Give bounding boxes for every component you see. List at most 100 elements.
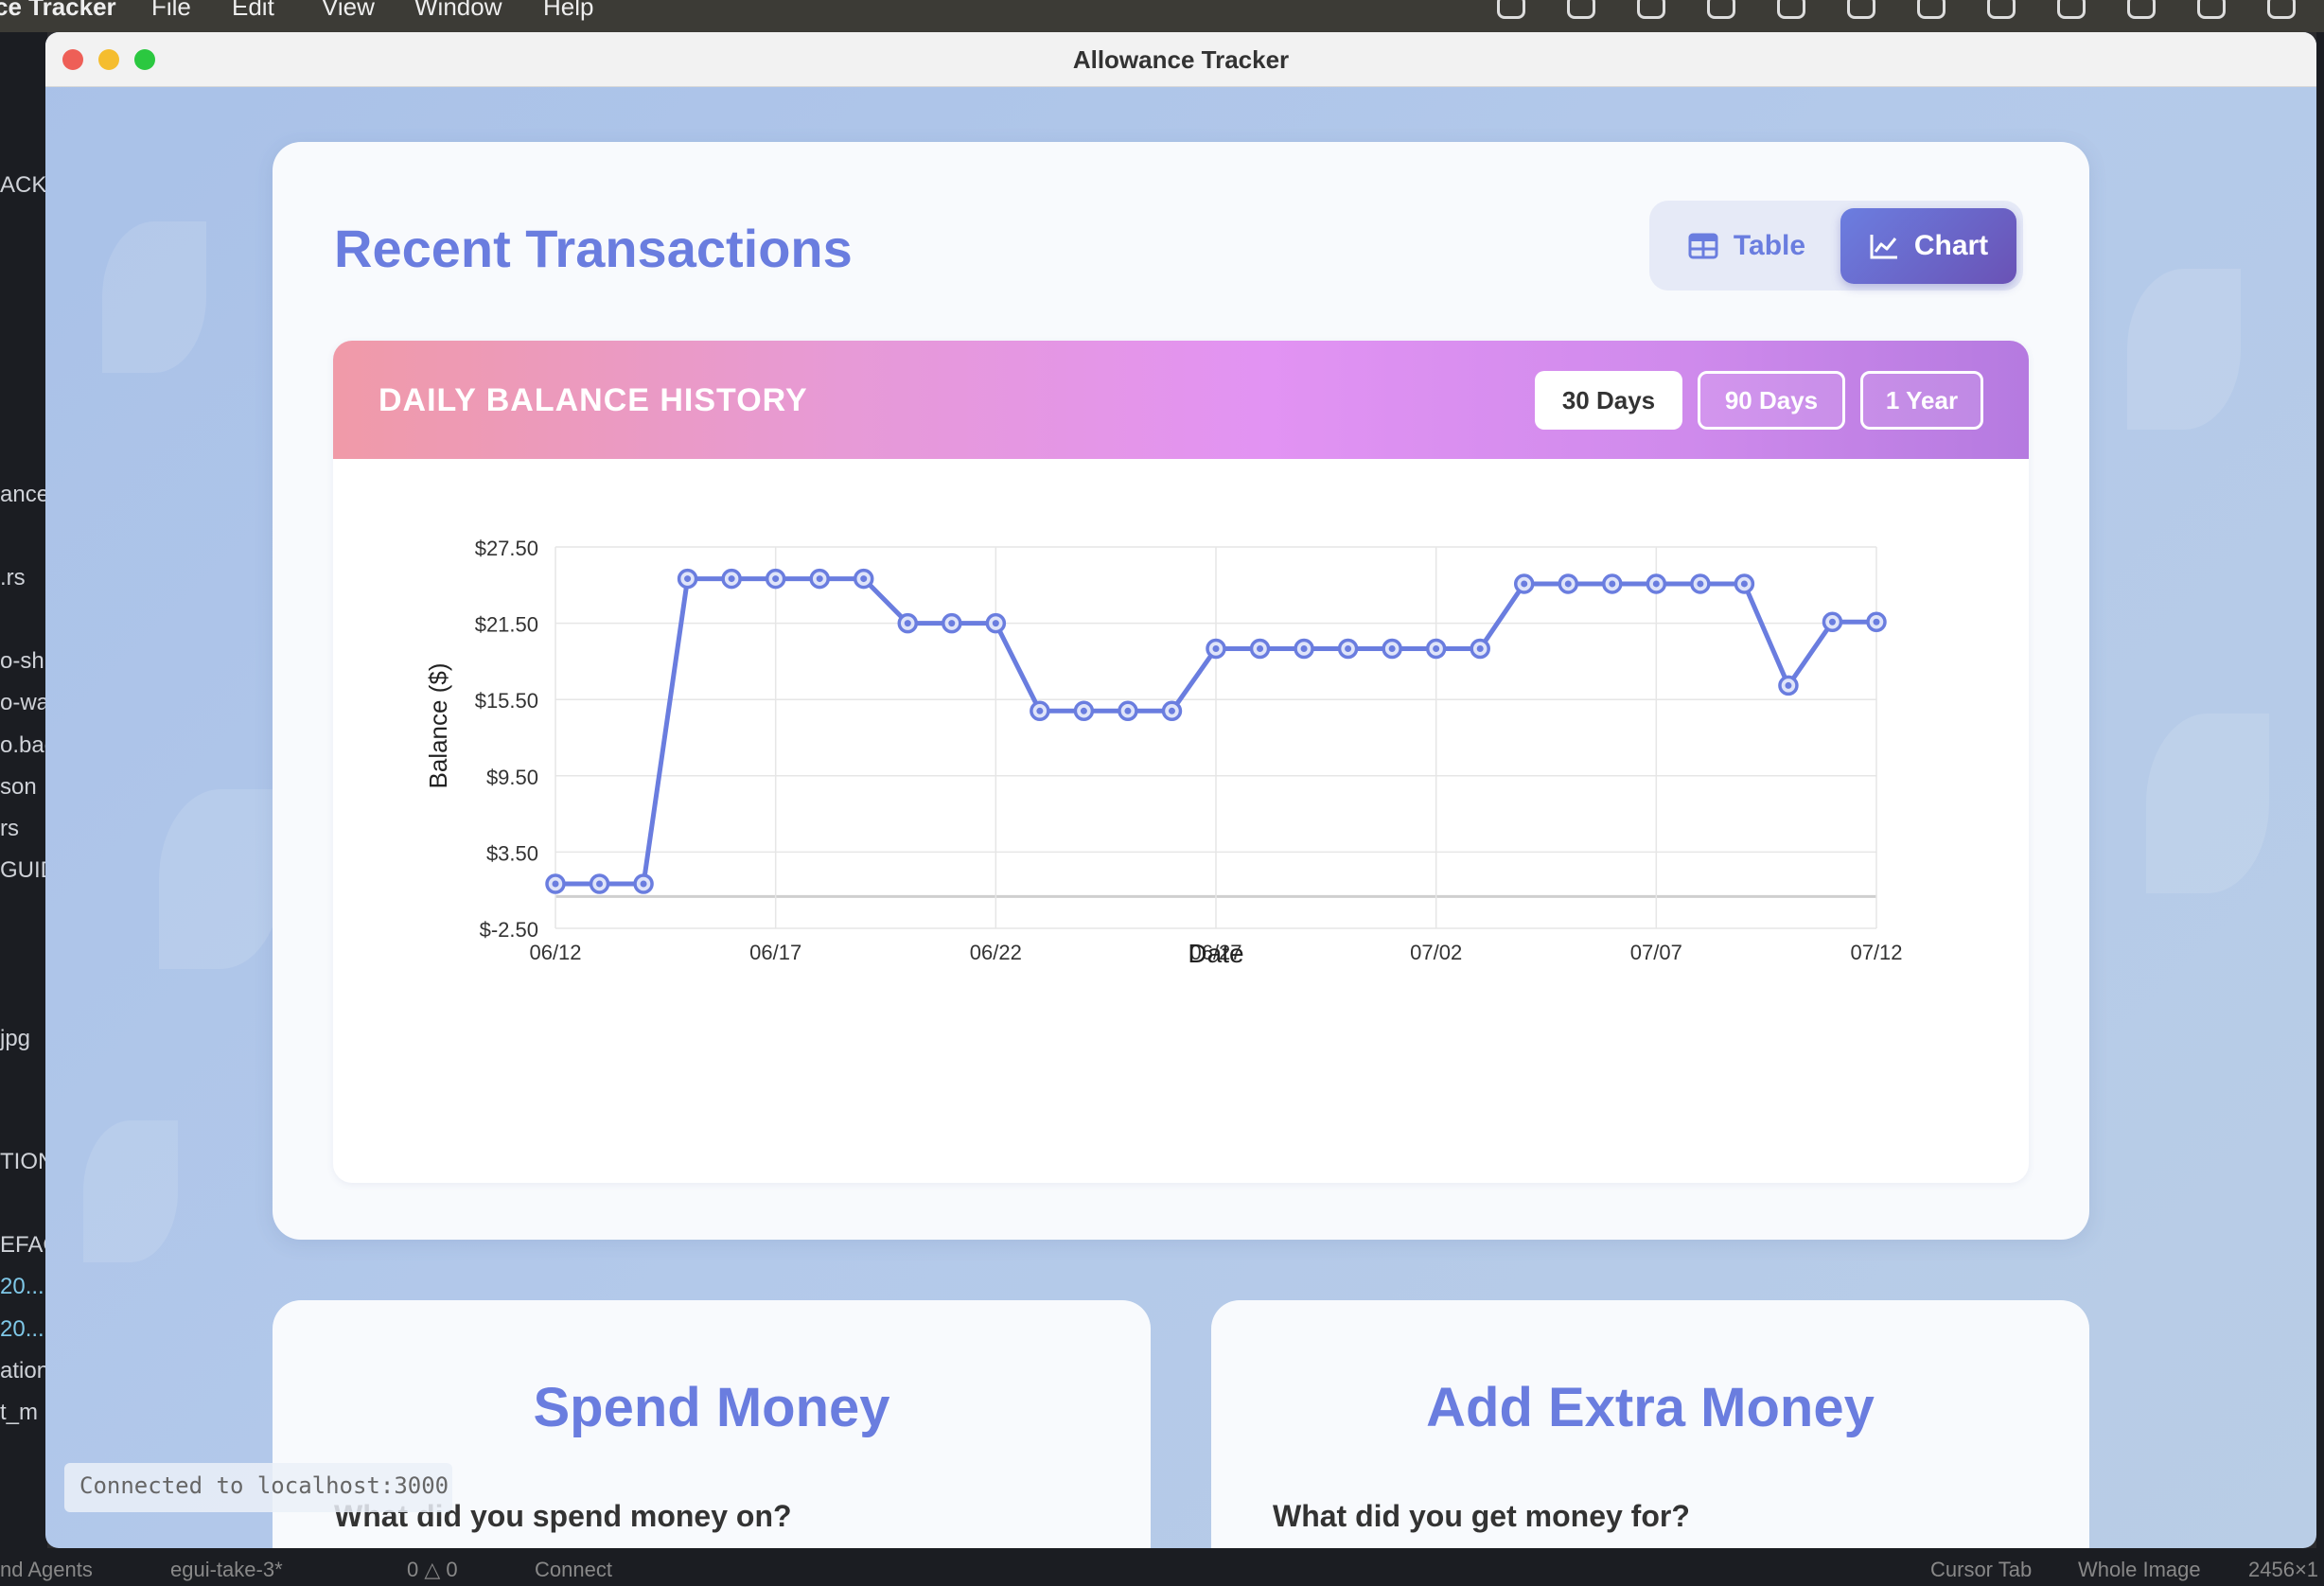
- data-point-center: [1124, 707, 1132, 714]
- y-tick-label: $27.50: [475, 537, 538, 560]
- menu-help[interactable]: Help: [543, 0, 593, 22]
- chart-view-label: Chart: [1913, 230, 1989, 261]
- tray-icon[interactable]: [1497, 0, 1525, 19]
- tray-icon[interactable]: [1567, 0, 1595, 19]
- editor-line: ACK: [0, 172, 47, 198]
- data-point-center: [1168, 707, 1175, 714]
- data-point-center: [1476, 644, 1484, 652]
- wifi-icon[interactable]: [2197, 0, 2226, 19]
- data-point-center: [1080, 707, 1087, 714]
- table-icon: [1688, 233, 1718, 259]
- editor-line: o-wa: [0, 690, 47, 715]
- chart-grid: [555, 546, 1877, 929]
- x-tick-label: 07/07: [1630, 941, 1682, 964]
- tray-icon[interactable]: [1847, 0, 1875, 19]
- balance-history-panel: DAILY BALANCE HISTORY 30 Days 90 Days 1 …: [333, 341, 2029, 1183]
- y-axis-label: Balance ($): [424, 663, 452, 789]
- data-point-center: [1257, 644, 1264, 652]
- battery-icon[interactable]: [2127, 0, 2156, 19]
- data-point-center: [1521, 580, 1528, 588]
- table-view-button[interactable]: Table: [1657, 208, 1837, 284]
- data-point-center: [1036, 707, 1044, 714]
- status-bar: nd Agents egui-take-3* 0 △ 0 Connect Cur…: [0, 1548, 2324, 1586]
- recent-transactions-title: Recent Transactions: [334, 219, 853, 278]
- y-tick-label: $15.50: [475, 689, 538, 713]
- decorative-leaf: [159, 789, 282, 969]
- chart-view-button[interactable]: Chart: [1840, 208, 2016, 284]
- data-point-center: [860, 575, 868, 583]
- editor-line: .rs: [0, 565, 26, 590]
- data-point-center: [1828, 618, 1836, 626]
- data-point-center: [1212, 644, 1220, 652]
- data-point-center: [728, 575, 735, 583]
- problems-status[interactable]: 0 △ 0: [407, 1558, 458, 1582]
- x-tick-label: 07/02: [1410, 941, 1462, 964]
- y-tick-label: $3.50: [486, 841, 538, 865]
- y-axis-ticks: $27.50 $21.50 $15.50 $9.50 $3.50 $-2.50: [475, 537, 538, 942]
- editor-line: rs: [0, 816, 19, 841]
- data-point-center: [1433, 644, 1440, 652]
- editor-line: o-sh: [0, 648, 44, 674]
- editor-line: GUID: [0, 857, 47, 883]
- menu-window[interactable]: Window: [414, 0, 502, 22]
- data-point-center: [772, 575, 780, 583]
- data-point-center: [1609, 580, 1616, 588]
- tray-icon[interactable]: [1987, 0, 2016, 19]
- add-question-label: What did you get money for?: [1273, 1499, 1690, 1533]
- git-branch-status[interactable]: egui-take-3*: [170, 1558, 283, 1582]
- dimensions-status: 2456×1: [2248, 1558, 2319, 1581]
- menu-edit[interactable]: Edit: [232, 0, 274, 22]
- editor-line: ance: [0, 482, 47, 507]
- connection-status: Connected to localhost:3000: [64, 1463, 452, 1512]
- window-title: Allowance Tracker: [1072, 45, 1290, 74]
- balance-line-chart: $27.50 $21.50 $15.50 $9.50 $3.50 $-2.50 06/12…: [424, 537, 1903, 968]
- data-point-center: [904, 620, 911, 627]
- x-tick-label: 06/17: [749, 941, 801, 964]
- editor-line: jpg: [0, 1026, 31, 1051]
- data-point-center: [1697, 580, 1704, 588]
- y-tick-label: $-2.50: [480, 918, 538, 942]
- data-point-center: [640, 880, 647, 888]
- data-point-center: [1740, 580, 1748, 588]
- menu-view[interactable]: View: [322, 0, 375, 22]
- data-point-center: [1652, 580, 1660, 588]
- connect-status[interactable]: Connect: [535, 1558, 612, 1582]
- editor-line: son: [0, 774, 37, 800]
- line-chart-icon: [1870, 235, 1897, 259]
- cursor-tab-status[interactable]: Cursor Tab: [1930, 1558, 2032, 1582]
- data-point-center: [1388, 644, 1396, 652]
- decorative-leaf: [102, 221, 206, 373]
- x-tick-label: 06/22: [970, 941, 1022, 964]
- background-editor-edge: [2316, 32, 2324, 1556]
- whole-image-status[interactable]: Whole Image: [2078, 1558, 2201, 1582]
- range-90-days-button[interactable]: 90 Days: [1698, 371, 1845, 430]
- y-tick-label: $9.50: [486, 766, 538, 789]
- status-item[interactable]: nd Agents: [0, 1558, 93, 1582]
- calendar-icon[interactable]: [1707, 0, 1735, 19]
- balance-history-heading: DAILY BALANCE HISTORY: [379, 382, 808, 418]
- x-axis-label: Date: [1188, 939, 1243, 968]
- range-30-days-button[interactable]: 30 Days: [1535, 371, 1682, 430]
- title-bar: Allowance Tracker: [45, 32, 2316, 87]
- editor-line: 20...: [0, 1274, 44, 1299]
- editor-line: t_m: [0, 1400, 39, 1425]
- data-point-center: [1345, 644, 1352, 652]
- tray-icon[interactable]: [1917, 0, 1945, 19]
- menu-file[interactable]: File: [151, 0, 191, 22]
- data-point-center: [948, 620, 956, 627]
- decorative-leaf: [2127, 269, 2241, 430]
- editor-line: ation: [0, 1358, 47, 1383]
- search-icon[interactable]: [2267, 0, 2296, 19]
- menu-app-name[interactable]: ce Tracker: [0, 0, 116, 22]
- data-point-center: [552, 880, 559, 888]
- tray-icon[interactable]: [1637, 0, 1665, 19]
- user-icon[interactable]: [2057, 0, 2086, 19]
- tray-icon[interactable]: [1777, 0, 1805, 19]
- data-point-center: [992, 620, 999, 627]
- data-point-center: [1785, 681, 1792, 689]
- x-tick-label: 07/12: [1850, 941, 1902, 964]
- add-money-title: Add Extra Money: [1426, 1377, 1875, 1438]
- range-1-year-button[interactable]: 1 Year: [1860, 371, 1983, 430]
- data-point-center: [596, 880, 604, 888]
- y-tick-label: $21.50: [475, 613, 538, 637]
